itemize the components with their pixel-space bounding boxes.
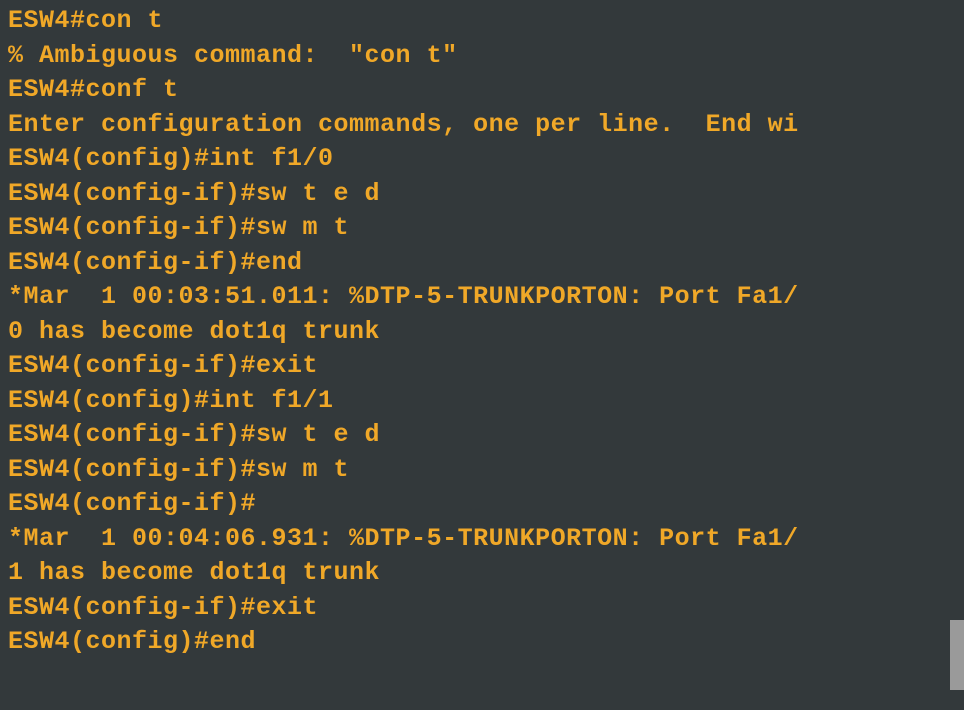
terminal-line: ESW4(config-if)#exit: [8, 591, 956, 626]
terminal-line: Enter configuration commands, one per li…: [8, 108, 956, 143]
terminal-line: ESW4(config-if)#: [8, 487, 956, 522]
terminal-line: ESW4(config-if)#exit: [8, 349, 956, 384]
terminal-line: ESW4(config-if)#sw t e d: [8, 418, 956, 453]
terminal-line: ESW4(config)#int f1/1: [8, 384, 956, 419]
terminal-line: ESW4#con t: [8, 4, 956, 39]
terminal-output[interactable]: ESW4#con t % Ambiguous command: "con t" …: [8, 4, 956, 660]
terminal-line: ESW4(config-if)#sw t e d: [8, 177, 956, 212]
terminal-line: ESW4(config)#end: [8, 625, 956, 660]
terminal-line: ESW4(config-if)#sw m t: [8, 453, 956, 488]
terminal-line: ESW4#conf t: [8, 73, 956, 108]
terminal-line: % Ambiguous command: "con t": [8, 39, 956, 74]
terminal-line: ESW4(config-if)#end: [8, 246, 956, 281]
scrollbar-track[interactable]: [950, 0, 964, 710]
terminal-line: 1 has become dot1q trunk: [8, 556, 956, 591]
terminal-line: *Mar 1 00:03:51.011: %DTP-5-TRUNKPORTON:…: [8, 280, 956, 315]
terminal-line: ESW4(config)#int f1/0: [8, 142, 956, 177]
terminal-line: ESW4(config-if)#sw m t: [8, 211, 956, 246]
terminal-line: *Mar 1 00:04:06.931: %DTP-5-TRUNKPORTON:…: [8, 522, 956, 557]
terminal-line: 0 has become dot1q trunk: [8, 315, 956, 350]
scrollbar-thumb[interactable]: [950, 620, 964, 690]
